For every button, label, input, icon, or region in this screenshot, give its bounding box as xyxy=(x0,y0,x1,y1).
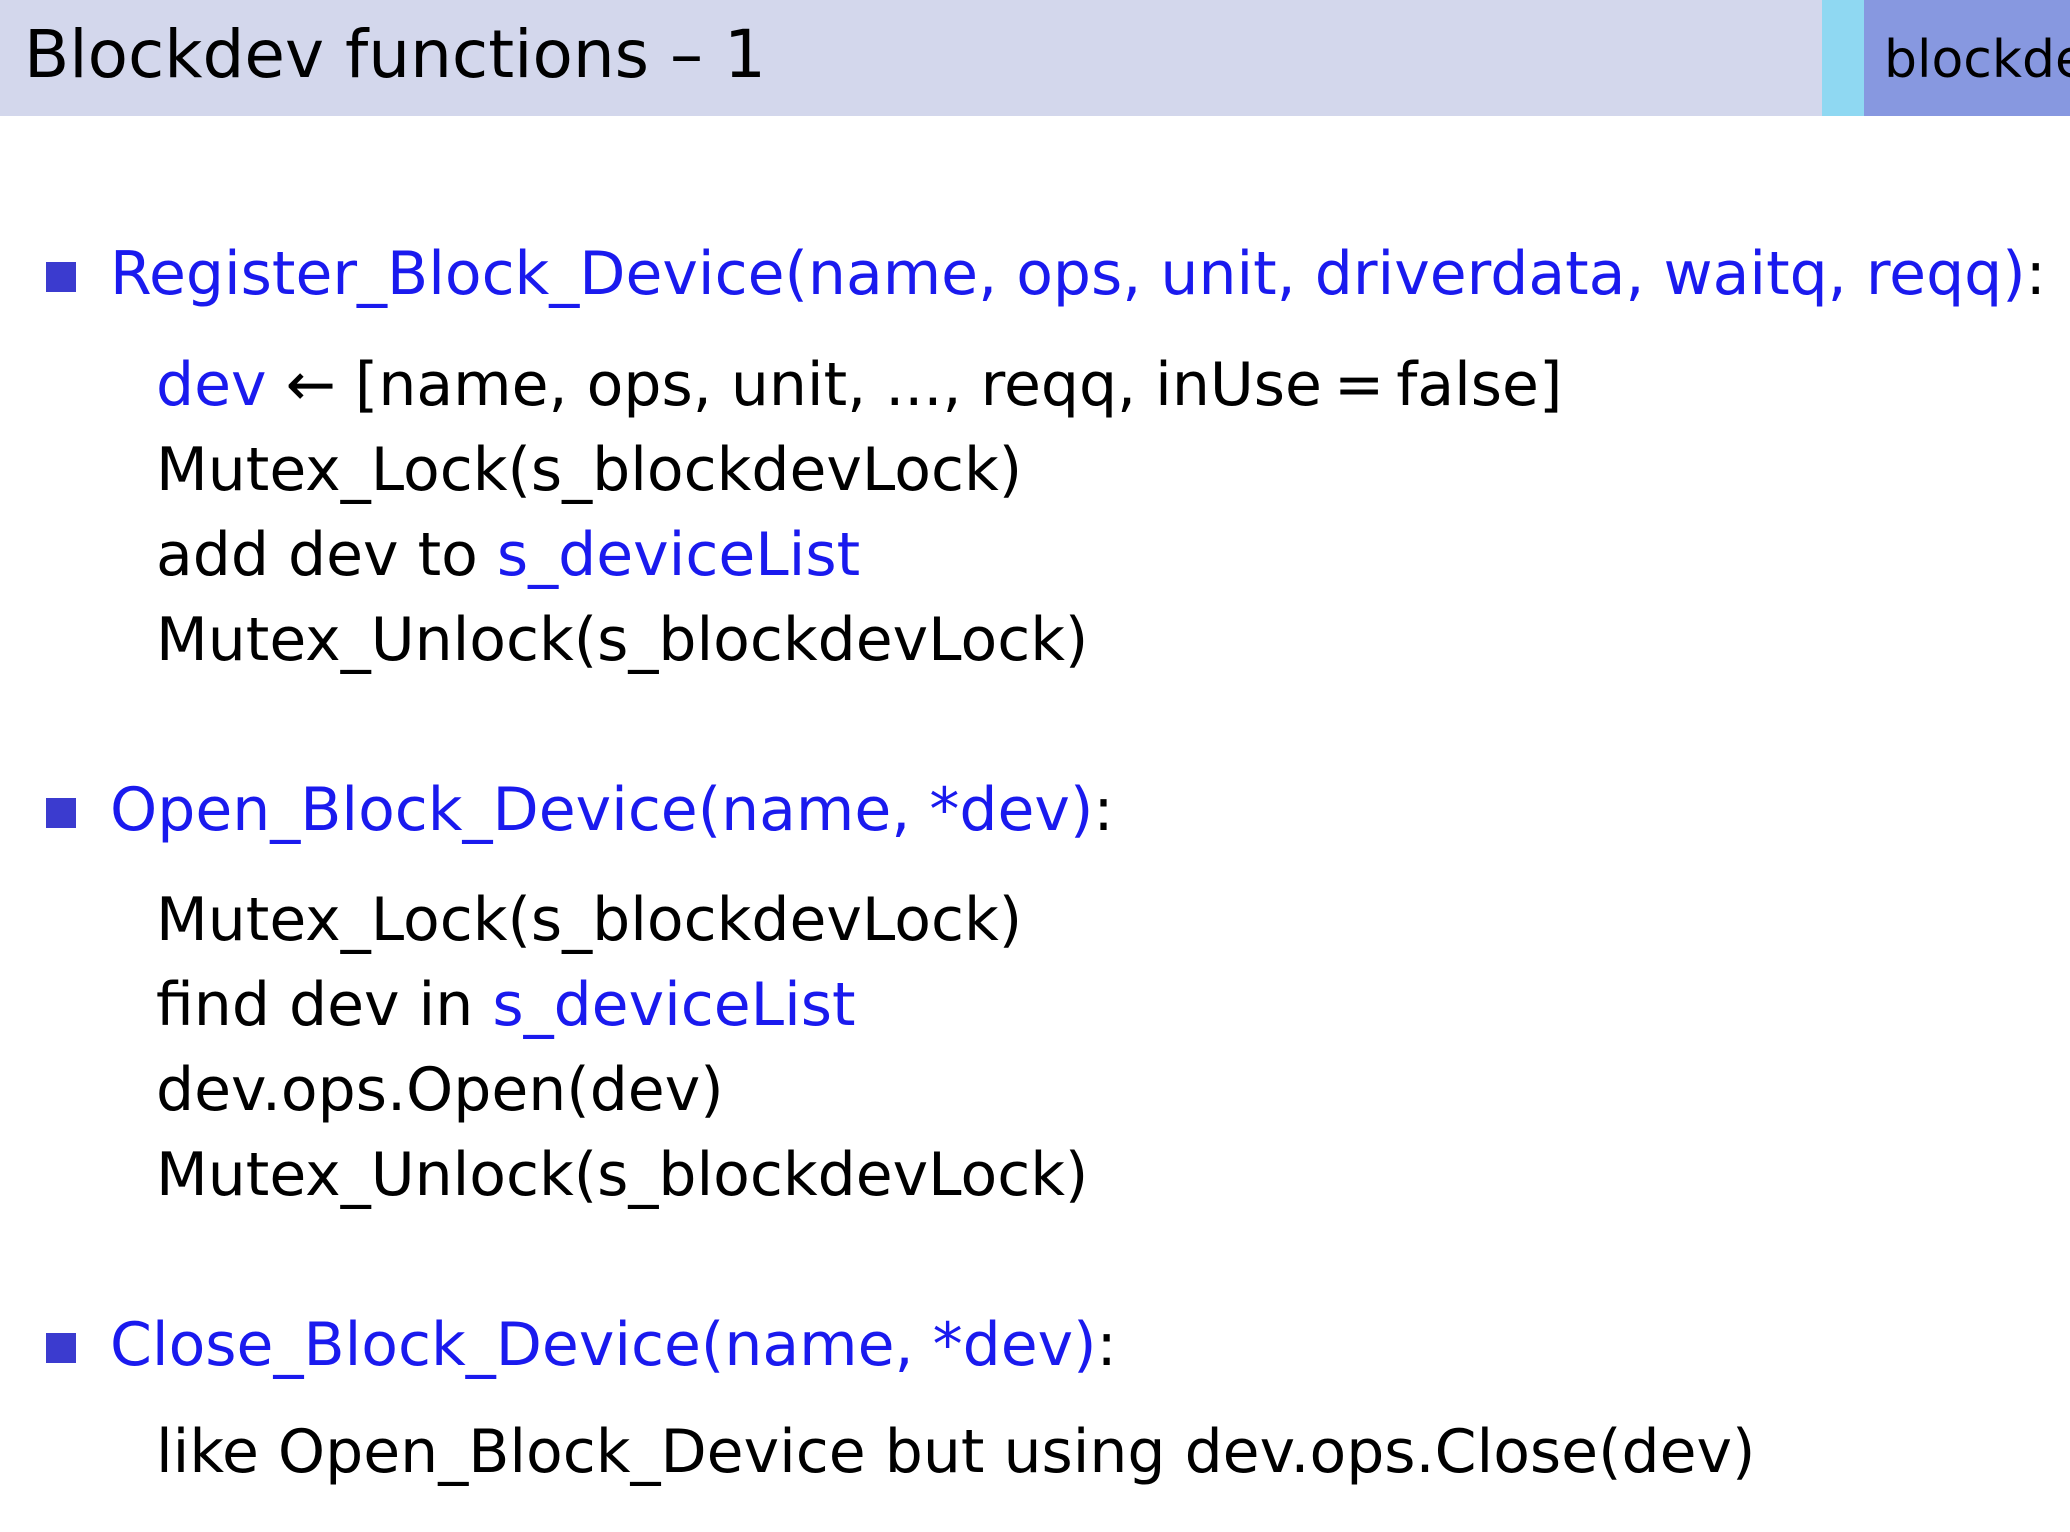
slide-title: Blockdev functions – 1 xyxy=(24,16,766,93)
section-tab-label: blockde xyxy=(1884,30,2070,90)
code-line: find dev in s_deviceList xyxy=(156,965,856,1045)
slide: Blockdev functions – 1 blockde Register_… xyxy=(0,0,2070,1532)
function-signature: Open_Block_Device(name, *dev) xyxy=(110,775,1094,845)
code-highlight: s_deviceList xyxy=(492,970,856,1040)
slide-header: Blockdev functions – 1 blockde xyxy=(0,0,2070,116)
code-text: Mutex_Unlock(s_blockdevLock) xyxy=(156,605,1089,675)
item-heading: Register_Block_Device(name, ops, unit, d… xyxy=(110,234,2046,314)
code-text: like Open_Block_Device but using dev.ops… xyxy=(156,1417,1756,1487)
code-text: dev.ops.Open(dev) xyxy=(156,1055,724,1125)
code-line: Mutex_Lock(s_blockdevLock) xyxy=(156,430,1022,510)
item-heading: Close_Block_Device(name, *dev): xyxy=(110,1305,1117,1385)
code-highlight: dev xyxy=(156,350,267,420)
heading-colon: : xyxy=(2025,239,2046,309)
item-heading: Open_Block_Device(name, *dev): xyxy=(110,770,1114,850)
square-bullet-icon xyxy=(46,798,76,828)
code-line: Mutex_Unlock(s_blockdevLock) xyxy=(156,1135,1088,1215)
code-text: find dev in xyxy=(156,970,493,1040)
code-highlight: s_deviceList xyxy=(496,520,861,590)
code-line: dev ← [name, ops, unit, ..., reqq, inUse… xyxy=(156,345,1562,425)
square-bullet-icon xyxy=(46,262,76,292)
code-text: add dev to xyxy=(156,520,497,590)
code-line: like Open_Block_Device but using dev.ops… xyxy=(156,1412,1755,1492)
code-line: Mutex_Lock(s_blockdevLock) xyxy=(156,880,1022,960)
heading-colon: : xyxy=(1096,1310,1117,1380)
code-text: Mutex_Lock(s_blockdevLock) xyxy=(156,885,1023,955)
header-accent-strip xyxy=(1822,0,1864,116)
square-bullet-icon xyxy=(46,1333,76,1363)
function-signature: Register_Block_Device(name, ops, unit, d… xyxy=(110,239,2026,309)
heading-colon: : xyxy=(1093,775,1114,845)
code-line: dev.ops.Open(dev) xyxy=(156,1050,724,1130)
section-tab[interactable]: blockde xyxy=(1864,0,2070,116)
code-line: add dev to s_deviceList xyxy=(156,515,860,595)
code-text: ← [name, ops, unit, ..., reqq, inUse = f… xyxy=(266,350,1563,420)
code-text: Mutex_Unlock(s_blockdevLock) xyxy=(156,1140,1089,1210)
code-text: Mutex_Lock(s_blockdevLock) xyxy=(156,435,1023,505)
function-signature: Close_Block_Device(name, *dev) xyxy=(110,1310,1097,1380)
code-line: Mutex_Unlock(s_blockdevLock) xyxy=(156,600,1088,680)
